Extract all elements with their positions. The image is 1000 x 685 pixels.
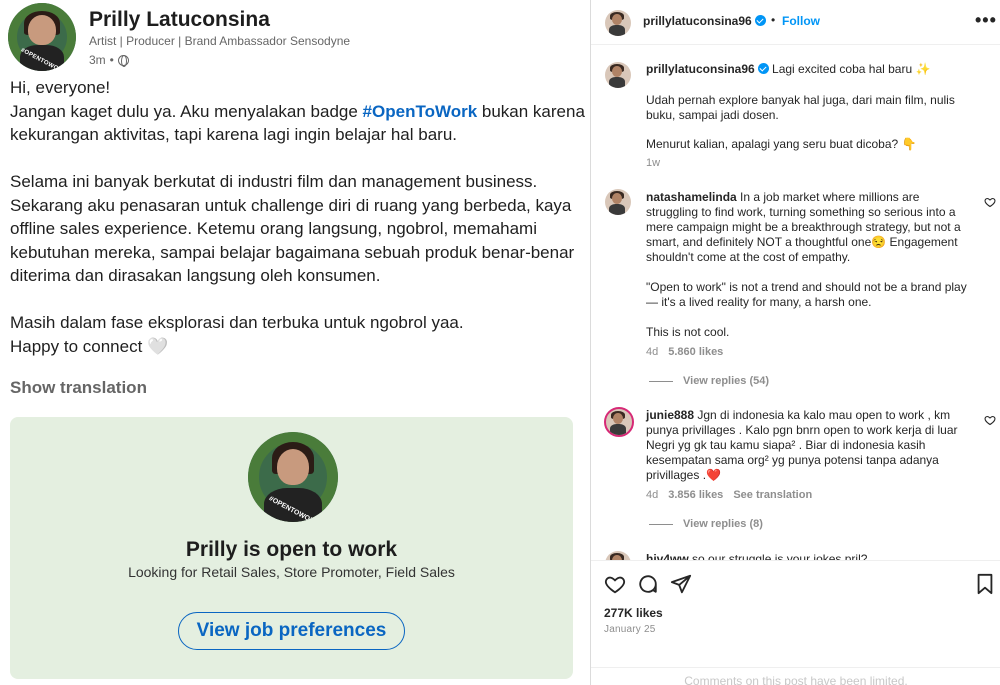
instagram-panel: prillylatuconsina96 • Follow ••• prillyl…	[590, 0, 1000, 685]
post-header: prillylatuconsina96 • Follow •••	[591, 0, 1000, 45]
caption-username[interactable]: prillylatuconsina96	[646, 62, 755, 76]
post-greeting: Hi, everyone!	[10, 78, 111, 97]
open-to-work-card: #OPENTOWORK Prilly is open to work Looki…	[10, 417, 573, 679]
post-date: January 25	[604, 624, 656, 635]
view-replies-button[interactable]: View replies (54)	[649, 375, 769, 387]
comment-time: 4d	[646, 346, 659, 358]
post-actions: 277K likes January 25 Comments on this p…	[591, 560, 1000, 685]
post-body: Hi, everyone! Jangan kaget dulu ya. Aku …	[10, 76, 585, 358]
like-heart-icon[interactable]	[604, 573, 626, 595]
comment-avatar[interactable]	[604, 407, 634, 437]
card-title: Prilly is open to work	[185, 538, 398, 561]
comment-likes[interactable]: 5.860 likes	[668, 346, 723, 358]
caption-line: Lagi excited coba hal baru ✨	[768, 62, 931, 76]
comment-meta: 4d 5.860 likes	[646, 346, 723, 358]
comment-time: 4d	[646, 489, 659, 501]
comment-username[interactable]: junie888	[646, 408, 694, 422]
post-paragraph-2: Selama ini banyak berkutat di industri f…	[10, 172, 575, 285]
meta-separator: •	[109, 53, 114, 67]
see-translation-link[interactable]: See translation	[733, 489, 812, 501]
post-age: 3m	[89, 53, 106, 67]
post-meta: 3m •	[89, 53, 129, 67]
profile-avatar[interactable]	[605, 10, 631, 36]
author-avatar[interactable]: #OPENTOWORK	[8, 3, 76, 71]
more-options-icon[interactable]: •••	[975, 10, 997, 31]
comment-meta: 4d 3.856 likes See translation	[646, 489, 812, 501]
card-avatar: #OPENTOWORK	[248, 432, 338, 522]
verified-icon	[754, 15, 766, 26]
author-headline: Artist | Producer | Brand Ambassador Sen…	[89, 34, 351, 48]
share-send-icon[interactable]	[670, 573, 692, 595]
post-paragraph-3: Masih dalam fase eksplorasi dan terbuka …	[10, 313, 464, 356]
caption-text: prillylatuconsina96 Lagi excited coba ha…	[646, 62, 986, 77]
view-replies-button[interactable]: View replies (8)	[649, 518, 763, 530]
caption-time: 1w	[646, 157, 661, 169]
post-likes[interactable]: 277K likes	[604, 606, 663, 620]
comments-limited-notice: Comments on this post have been limited.	[591, 667, 1000, 685]
author-name[interactable]: Prilly Latuconsina	[89, 8, 270, 32]
like-comment-heart-icon[interactable]	[984, 196, 996, 208]
save-bookmark-icon[interactable]	[975, 573, 995, 595]
globe-icon	[117, 54, 129, 67]
comment-paragraph: "Open to work" is not a trend and should…	[646, 280, 967, 309]
caption-avatar[interactable]	[605, 62, 631, 88]
linkedin-post: #OPENTOWORK Prilly Latuconsina Artist | …	[0, 0, 590, 685]
card-roles: Looking for Retail Sales, Store Promoter…	[128, 564, 455, 580]
verified-icon	[757, 63, 769, 74]
caption-paragraph-2: Udah pernah explore banyak hal juga, dar…	[646, 93, 955, 122]
post-text: Jangan kaget dulu ya. Aku menyalakan bad…	[10, 101, 363, 121]
post-paragraph-1: Jangan kaget dulu ya. Aku menyalakan bad…	[10, 100, 585, 147]
show-translation-link[interactable]: Show translation	[10, 378, 147, 398]
comment-paragraph: This is not cool.	[646, 325, 730, 339]
like-comment-heart-icon[interactable]	[984, 414, 996, 426]
comment-text: natashamelinda In a job market where mil…	[646, 190, 971, 265]
comment-text: junie888 Jgn di indonesia ka kalo mau op…	[646, 408, 971, 483]
comment-username[interactable]: natashamelinda	[646, 190, 737, 204]
hashtag-link[interactable]: #OpenToWork	[363, 102, 478, 121]
follow-button[interactable]: Follow	[782, 14, 820, 28]
comment-avatar[interactable]	[605, 189, 631, 215]
header-username[interactable]: prillylatuconsina96	[643, 14, 766, 28]
comment-bubble-icon[interactable]	[637, 573, 659, 595]
comment-likes[interactable]: 3.856 likes	[668, 489, 723, 501]
caption-paragraph-3: Menurut kalian, apalagi yang seru buat d…	[646, 137, 917, 151]
header-separator: •	[771, 13, 776, 27]
view-job-preferences-button[interactable]: View job preferences	[178, 612, 405, 650]
